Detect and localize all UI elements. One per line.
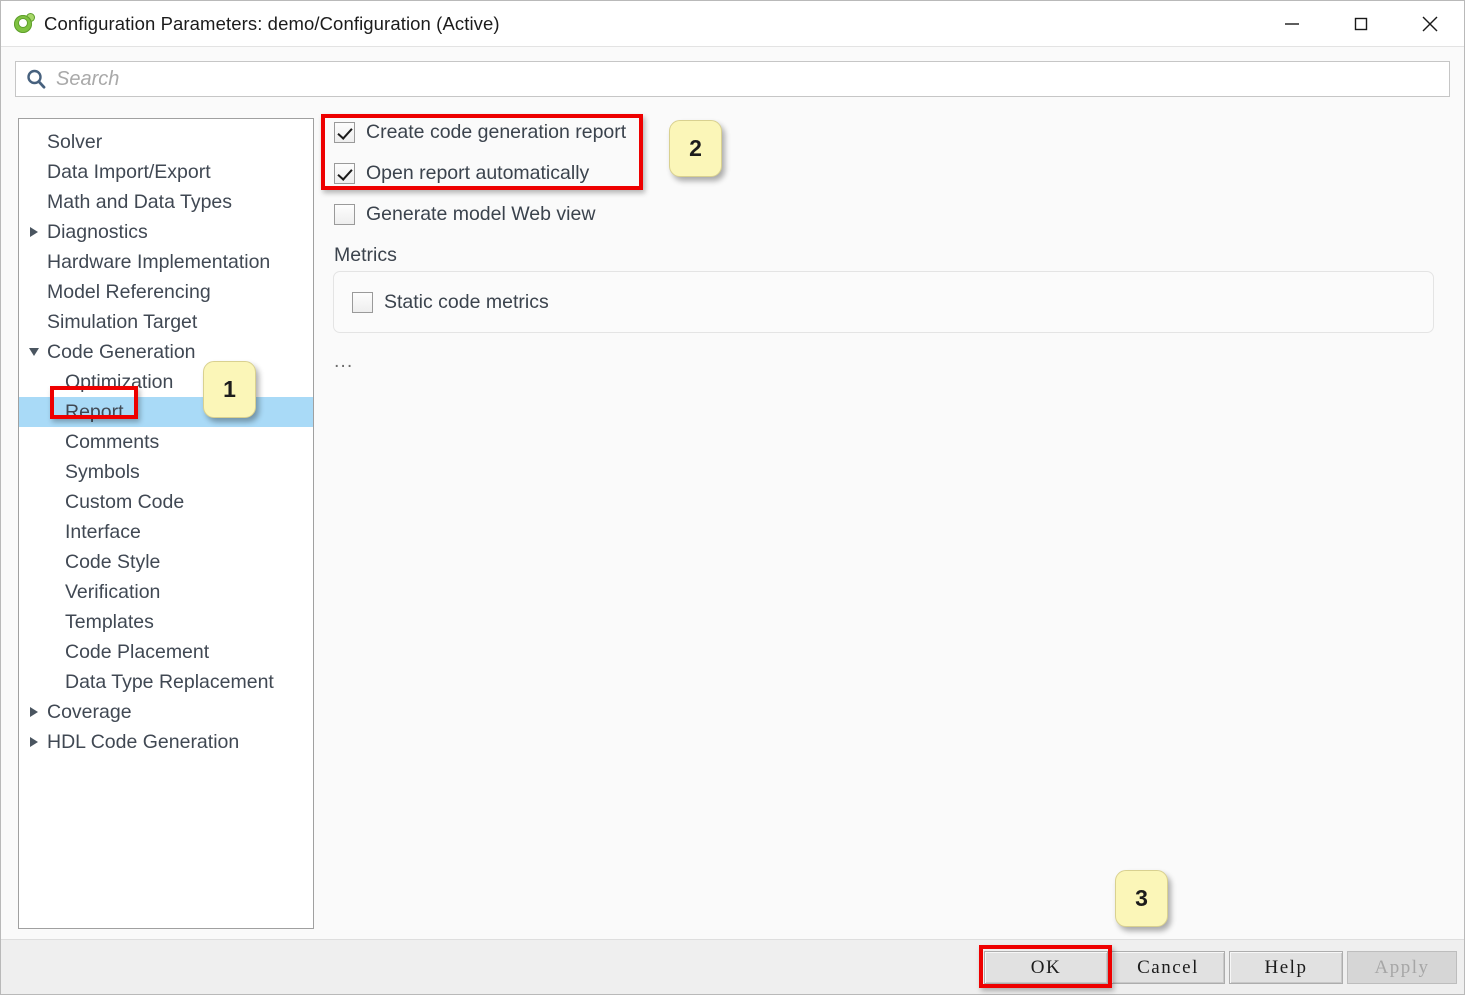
sidebar-item-report[interactable]: Report [19,397,313,427]
checkbox-label: Static code metrics [384,291,549,313]
checkbox-label: Open report automatically [366,162,590,184]
sidebar-item-model-referencing[interactable]: Model Referencing [19,277,313,307]
search-bar: Search [1,46,1464,110]
checkbox-static-code-metrics[interactable]: Static code metrics [352,291,549,314]
sidebar-item-label: Model Referencing [47,280,211,303]
annotation-badge-1: 1 [203,361,256,418]
checkbox-create-code-generation-report[interactable]: Create code generation report [334,121,626,144]
window-title: Configuration Parameters: demo/Configura… [44,12,500,34]
close-icon[interactable] [1395,1,1464,46]
metrics-group-box: Static code metrics [333,271,1434,333]
sidebar-item-label: Code Placement [65,640,210,663]
configuration-parameters-dialog: Configuration Parameters: demo/Configura… [0,0,1465,995]
checkbox-open-report-automatically[interactable]: Open report automatically [334,162,589,185]
sidebar-item-interface[interactable]: Interface [19,517,313,547]
sidebar-item-hdl-code-generation[interactable]: HDL Code Generation [19,727,313,757]
sidebar-item-label: Data Type Replacement [65,670,274,693]
tree-list: Solver Data Import/Export Math and Data Ty… [19,119,313,757]
sidebar-item-label: Code Style [65,550,161,573]
sidebar-item-label: Report [65,400,124,423]
sidebar-item-label: Interface [65,520,141,543]
checkbox-generate-model-web-view[interactable]: Generate model Web view [334,203,595,226]
maximize-icon[interactable] [1326,1,1395,46]
sidebar-item-hardware-implementation[interactable]: Hardware Implementation [19,247,313,277]
sidebar-item-comments[interactable]: Comments [19,427,313,457]
sidebar-item-label: Coverage [47,700,132,723]
sidebar-item-math-and-data-types[interactable]: Math and Data Types [19,187,313,217]
dialog-body: Solver Data Import/Export Math and Data Ty… [1,110,1464,939]
sidebar-item-label: Verification [65,580,161,603]
checkbox-label: Generate model Web view [366,203,596,225]
chevron-right-icon[interactable] [23,707,45,717]
checkbox-box[interactable] [352,292,373,313]
sidebar-item-label: Templates [65,610,154,633]
title-bar: Configuration Parameters: demo/Configura… [1,1,1464,46]
sidebar-item-label: Data Import/Export [47,160,211,183]
sidebar-item-verification[interactable]: Verification [19,577,313,607]
sidebar-item-optimization[interactable]: Optimization [19,367,313,397]
sidebar-item-symbols[interactable]: Symbols [19,457,313,487]
ok-button[interactable]: OK [984,951,1108,984]
settings-tree[interactable]: Solver Data Import/Export Math and Data Ty… [18,118,314,929]
sidebar-item-custom-code[interactable]: Custom Code [19,487,313,517]
sidebar-item-solver[interactable]: Solver [19,127,313,157]
sidebar-item-label: Math and Data Types [47,190,233,213]
search-input[interactable]: Search [15,61,1450,97]
sidebar-item-coverage[interactable]: Coverage [19,697,313,727]
sidebar-item-data-type-replacement[interactable]: Data Type Replacement [19,667,313,697]
apply-button: Apply [1347,951,1457,984]
search-placeholder: Search [56,67,120,90]
sidebar-item-diagnostics[interactable]: Diagnostics [19,217,313,247]
chevron-right-icon[interactable] [23,737,45,747]
sidebar-item-label: Optimization [65,370,174,393]
chevron-right-icon[interactable] [23,227,45,237]
sidebar-item-code-placement[interactable]: Code Placement [19,637,313,667]
annotation-badge-2: 2 [669,120,722,177]
sidebar-item-code-generation[interactable]: Code Generation [19,337,313,367]
sidebar-item-data-import-export[interactable]: Data Import/Export [19,157,313,187]
dialog-footer: OK Cancel Help Apply [1,939,1464,994]
help-button[interactable]: Help [1229,951,1343,984]
minimize-icon[interactable] [1257,1,1326,46]
annotation-badge-3: 3 [1115,870,1168,927]
sidebar-item-label: HDL Code Generation [47,730,240,753]
search-icon [25,68,47,90]
metrics-group-label: Metrics [334,244,397,266]
checkbox-box[interactable] [334,163,355,184]
simulink-icon [13,13,35,35]
sidebar-item-code-style[interactable]: Code Style [19,547,313,577]
chevron-down-icon[interactable] [23,348,45,356]
report-settings-panel: Create code generation report Open repor… [317,110,1464,939]
more-options-ellipsis: ... [334,350,354,372]
cancel-button[interactable]: Cancel [1111,951,1225,984]
checkbox-box[interactable] [334,122,355,143]
sidebar-item-label: Code Generation [47,340,196,363]
sidebar-item-label: Solver [47,130,103,153]
checkbox-label: Create code generation report [366,121,627,143]
sidebar-item-templates[interactable]: Templates [19,607,313,637]
checkbox-box[interactable] [334,204,355,225]
sidebar-item-label: Hardware Implementation [47,250,271,273]
sidebar-item-label: Simulation Target [47,310,198,333]
sidebar-item-label: Custom Code [65,490,185,513]
sidebar-item-label: Symbols [65,460,140,483]
sidebar-item-label: Diagnostics [47,220,148,243]
sidebar-item-label: Comments [65,430,160,453]
window-controls [1257,1,1464,46]
sidebar-item-simulation-target[interactable]: Simulation Target [19,307,313,337]
